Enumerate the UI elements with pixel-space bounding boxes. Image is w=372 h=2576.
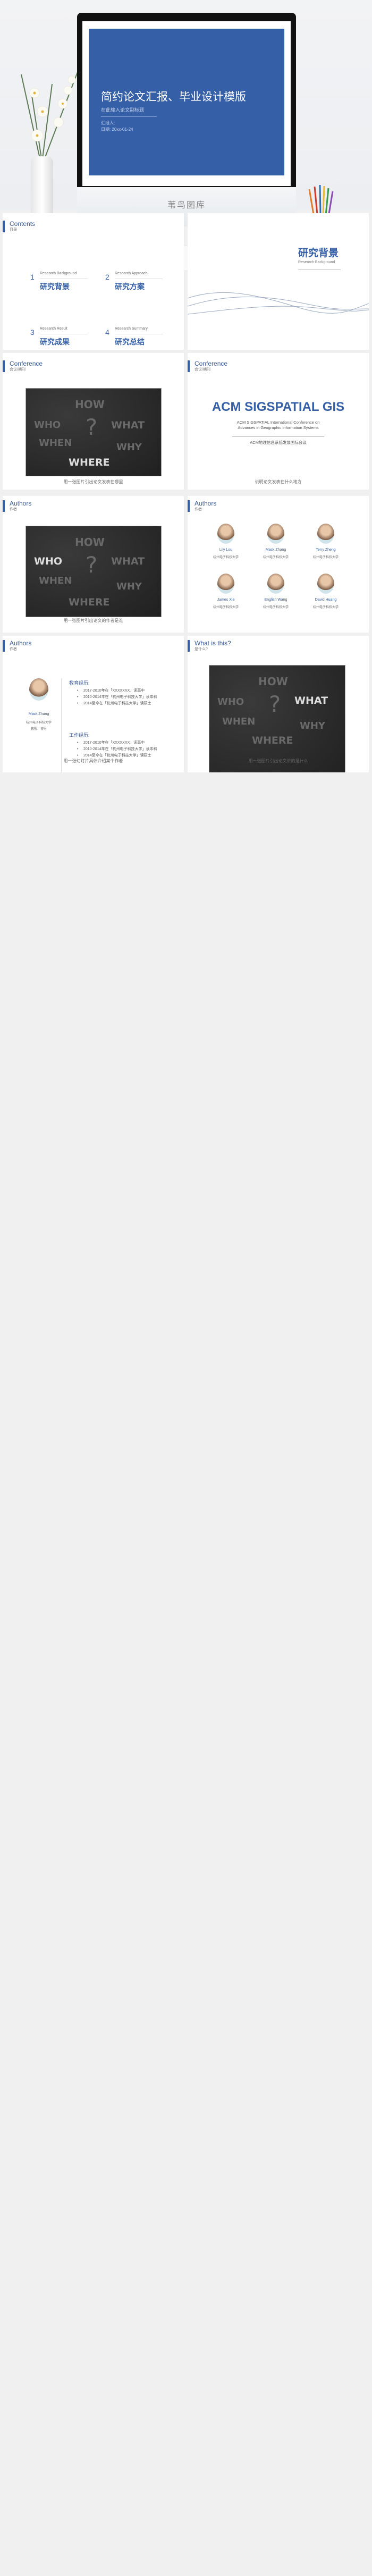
author-affiliation: 杭州电子科技大学 bbox=[263, 606, 289, 609]
slide-subtitle: 是什么? bbox=[195, 647, 208, 651]
edu-label: 教育经历: bbox=[69, 680, 90, 686]
slide-title: Conference bbox=[10, 360, 43, 367]
avatar bbox=[29, 678, 48, 701]
slide-section-background: 研究背景 Research Background bbox=[188, 213, 369, 350]
slide-subtitle: 会议/期刊 bbox=[195, 368, 210, 372]
chalkboard-image: HOW WHO WHAT WHEN WHY WHERE? bbox=[209, 665, 345, 772]
author-name: Mack Zhang bbox=[265, 548, 286, 552]
toc-en: Research Summary bbox=[115, 327, 148, 331]
chalkboard-image: HOW WHO WHAT WHEN WHY WHERE? bbox=[26, 526, 162, 617]
work-label: 工作经历: bbox=[69, 733, 90, 738]
slide-what-image: What is this? 是什么? HOW WHO WHAT WHEN WHY WHERE… bbox=[188, 636, 369, 772]
cover-reporter: 汇报人: bbox=[101, 121, 115, 125]
wave-lines bbox=[188, 292, 369, 315]
slide-subtitle: 作者 bbox=[10, 508, 17, 511]
avatar bbox=[317, 524, 334, 544]
avatar bbox=[217, 574, 234, 594]
toc-en: Research Background bbox=[40, 272, 77, 275]
author-name: Terry Zheng bbox=[316, 548, 336, 552]
toc-number: 3 bbox=[30, 328, 35, 336]
conference-cn-name: ACM地理信息系统发展国际会议 bbox=[250, 440, 307, 445]
cover-subtitle: 在此输入论文副标题 bbox=[101, 107, 145, 113]
avatar bbox=[267, 574, 284, 594]
cover-slide: 简约论文汇报、毕业设计模版 在此输入论文副标题 汇报人: 日期: 20xx-01… bbox=[89, 29, 284, 175]
slide-conference-text: Conference 会议/期刊 ACM SIGSPATIAL GIS ACM S… bbox=[188, 353, 369, 490]
toc-number: 2 bbox=[105, 273, 109, 281]
slide-subtitle: 会议/期刊 bbox=[10, 368, 26, 372]
author-affiliation: 杭州电子科技大学 bbox=[213, 556, 239, 559]
monitor-brand: 苇鸟图库 bbox=[167, 201, 206, 210]
slide-title: Conference bbox=[195, 360, 228, 367]
toc-number: 1 bbox=[30, 273, 35, 281]
author-affiliation: 杭州电子科技大学 bbox=[213, 606, 239, 609]
edu-list: 2017-2010年在「XXXXXXX」读高中2010-2014年在「杭州电子科… bbox=[77, 688, 157, 707]
cover-title: 简约论文汇报、毕业设计模版 bbox=[101, 91, 246, 103]
slide-subtitle: 作者 bbox=[10, 647, 17, 651]
author-title: 教授、博导 bbox=[30, 728, 47, 731]
toc-number: 4 bbox=[105, 328, 109, 336]
slide-title: Authors bbox=[10, 500, 32, 507]
author-name: Mack Zhang bbox=[28, 712, 49, 716]
author-affiliation: 杭州电子科技大学 bbox=[312, 606, 339, 609]
chalkboard-image: HOW WHO WHAT WHEN WHY WHERE? bbox=[26, 388, 162, 476]
toc-cn: 研究成果 bbox=[40, 338, 70, 346]
work-list: 2017-2010年在「XXXXXXX」读高中2010-2014年在「杭州电子科… bbox=[77, 740, 157, 759]
slide-caption: 用一张幻灯片具体介绍某个作者 bbox=[63, 759, 123, 763]
slide-caption: 用一张图片引出论文的作者是谁 bbox=[63, 618, 123, 623]
slide-contents: Contents 目录 1 Research Background 研究背景 2 Res… bbox=[3, 213, 184, 350]
flower-vase-icon bbox=[21, 66, 80, 159]
slide-title: Authors bbox=[10, 639, 32, 647]
section-title: 研究背景 Research Background bbox=[298, 245, 341, 270]
avatar bbox=[267, 524, 284, 544]
slide-caption: 用一张图片引出论文发表在哪里 bbox=[63, 479, 123, 484]
slide-caption: 说明论文发表在什么地方 bbox=[255, 479, 302, 484]
avatar bbox=[217, 524, 234, 544]
toc-en: Research Approach bbox=[115, 272, 148, 275]
slide-authors-image: Authors 作者 HOW WHO WHAT WHEN WHY WHERE? 用一张图片引… bbox=[3, 496, 184, 633]
slide-title: What is this? bbox=[195, 639, 231, 647]
toc-cn: 研究总结 bbox=[115, 338, 145, 346]
slide-title: Authors bbox=[195, 500, 217, 507]
author-affiliation: 杭州电子科技大学 bbox=[26, 721, 52, 725]
slide-author-detail: Authors 作者 Mack Zhang 杭州电子科技大学 教授、博导 教育经历… bbox=[3, 636, 184, 772]
author-affiliation: 杭州电子科技大学 bbox=[263, 556, 289, 559]
cover-date: 日期: 20xx-01-24 bbox=[101, 127, 133, 132]
monitor: 简约论文汇报、毕业设计模版 在此输入论文副标题 汇报人: 日期: 20xx-01… bbox=[77, 13, 296, 226]
toc-en: Research Result bbox=[40, 327, 67, 331]
slide-subtitle: 目录 bbox=[10, 228, 17, 232]
slide-subtitle: 作者 bbox=[195, 508, 202, 511]
slide-authors-list: Authors 作者 Lily Lou 杭州电子科技大学 Mack Zhang 杭州电… bbox=[188, 496, 369, 633]
conference-acronym: ACM SIGSPATIAL GIS bbox=[212, 400, 345, 414]
cover-hero: 简约论文汇报、毕业设计模版 在此输入论文副标题 汇报人: 日期: 20xx-01… bbox=[0, 0, 372, 271]
slide-title: Contents bbox=[10, 220, 36, 228]
author-name: Lily Lou bbox=[219, 548, 233, 552]
conference-full-name: ACM SIGSPATIAL International Conference … bbox=[236, 420, 320, 430]
author-affiliation: 杭州电子科技大学 bbox=[312, 556, 339, 559]
toc-cn: 研究背景 bbox=[40, 282, 70, 291]
toc-cn: 研究方案 bbox=[115, 282, 145, 291]
avatar bbox=[317, 574, 334, 594]
author-name: James Xie bbox=[217, 598, 235, 602]
author-name: English Wang bbox=[264, 598, 288, 602]
slide-caption: 用一张图片引出论文讲的是什么 bbox=[248, 759, 308, 763]
slide-conference-image: Conference 会议/期刊 HOW WHO WHAT WHEN WHY WHERE? … bbox=[3, 353, 184, 490]
author-name: David Huang bbox=[315, 598, 337, 602]
